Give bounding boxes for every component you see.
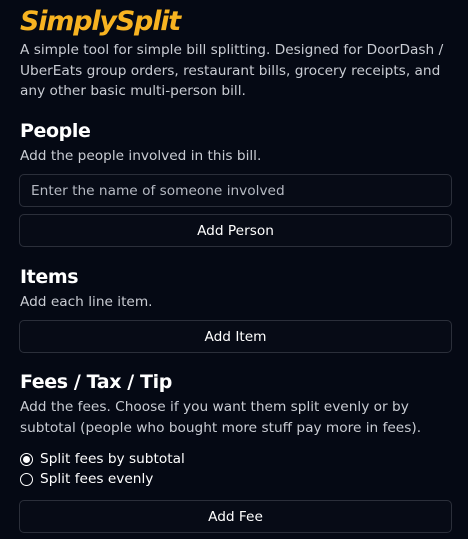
people-heading: People [20, 120, 91, 142]
add-fee-button[interactable]: Add Fee [19, 500, 452, 533]
fees-heading: Fees / Tax / Tip [20, 371, 172, 393]
split-evenly-radio[interactable]: Split fees evenly [20, 470, 153, 488]
radio-unselected-icon [20, 472, 33, 486]
items-description: Add each line item. [20, 294, 153, 310]
add-person-button[interactable]: Add Person [19, 214, 452, 247]
person-name-input[interactable] [19, 174, 452, 207]
split-by-subtotal-label: Split fees by subtotal [40, 451, 185, 467]
app-logo: SimplySplit [20, 6, 181, 37]
fees-description: Add the fees. Choose if you want them sp… [20, 399, 422, 436]
add-item-button[interactable]: Add Item [19, 320, 452, 353]
app-page: SimplySplit A simple tool for simple bil… [0, 0, 468, 539]
items-heading: Items [20, 266, 79, 288]
split-by-subtotal-radio[interactable]: Split fees by subtotal [20, 450, 185, 468]
app-tagline: A simple tool for simple bill splitting.… [20, 42, 444, 99]
people-description: Add the people involved in this bill. [20, 148, 262, 164]
radio-selected-icon [20, 452, 33, 466]
split-evenly-label: Split fees evenly [40, 471, 154, 487]
